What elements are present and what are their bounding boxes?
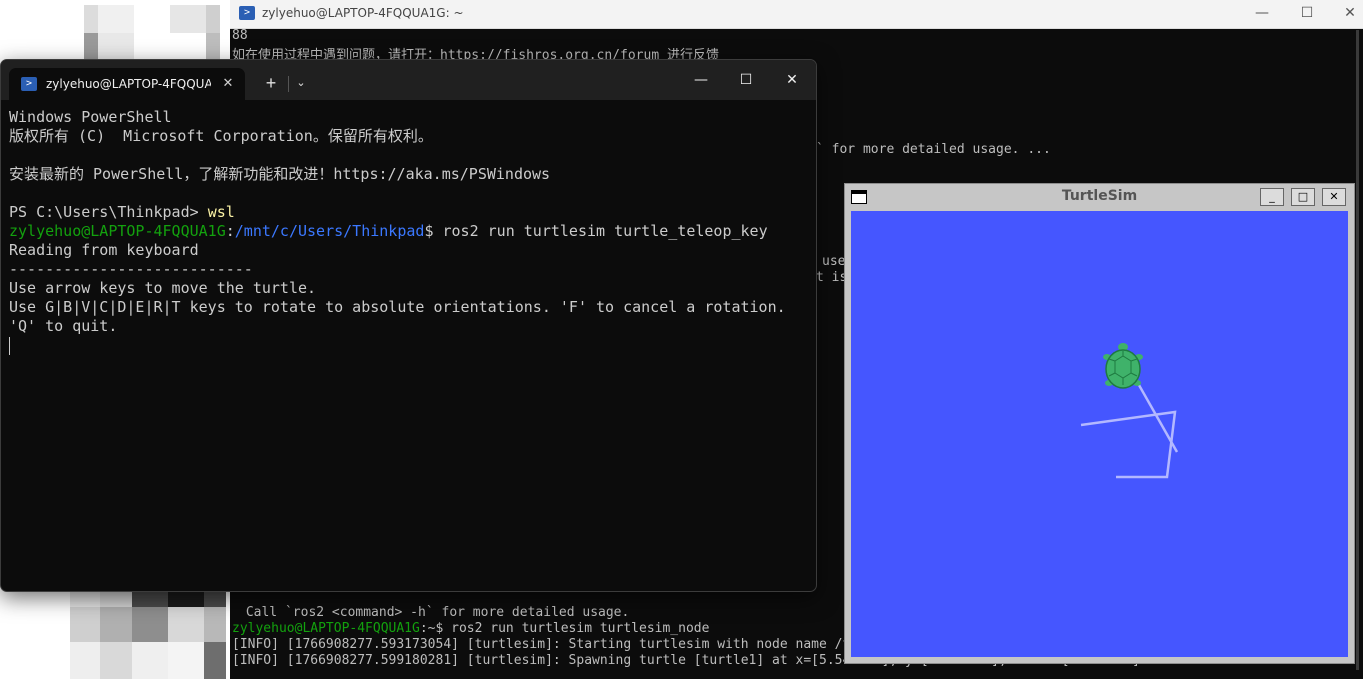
minimize-button[interactable]: _ <box>1260 188 1284 206</box>
ps-command: wsl <box>207 203 235 221</box>
tab-bar: > zylyehuo@LAPTOP-4FQQUA1G: /mnt/c/Users… <box>1 60 816 100</box>
back-terminal-title: zylyehuo@LAPTOP-4FQQUA1G: ~ <box>262 6 464 20</box>
terminal-line: 安装最新的 PowerShell，了解新功能和改进！https://aka.ms… <box>9 165 551 183</box>
close-button[interactable]: ✕ <box>1338 3 1362 23</box>
terminal-output[interactable]: Windows PowerShell 版权所有 (C) Microsoft Co… <box>9 108 808 583</box>
turtle-drawing <box>1080 343 1179 479</box>
tab-active[interactable]: > zylyehuo@LAPTOP-4FQQUA1G: /mnt/c/Users… <box>9 68 245 100</box>
maximize-button[interactable]: □ <box>1291 188 1315 206</box>
powershell-icon: > <box>21 77 37 91</box>
chevron-down-icon[interactable]: ⌄ <box>291 72 311 94</box>
terminal-line: Use arrow keys to move the turtle. <box>9 279 317 297</box>
turtlesim-canvas <box>851 211 1348 657</box>
prompt-path: /mnt/c/Users/Thinkpad <box>234 222 425 240</box>
turtle-icon <box>1103 343 1143 389</box>
turtlesim-titlebar[interactable]: TurtleSim _ □ ✕ <box>845 184 1354 208</box>
terminal-line: [INFO] [1766908277.593173054] [turtlesim… <box>232 637 913 652</box>
tab-title: zylyehuo@LAPTOP-4FQQUA1G: /mnt/c/Users/T… <box>46 77 211 91</box>
terminal-line: t is <box>816 270 848 285</box>
terminal-line: 'Q' to quit. <box>9 317 118 335</box>
terminal-line: Call `ros2 <command> -h` for more detail… <box>238 605 630 620</box>
terminal-line: 版权所有 (C) Microsoft Corporation。保留所有权利。 <box>9 127 433 145</box>
prompt-colon: : <box>225 222 235 240</box>
prompt-user-host: zylyehuo@LAPTOP-4FQQUA1G <box>9 222 226 240</box>
powershell-icon: > <box>239 6 255 20</box>
divider <box>288 76 289 92</box>
terminal-line: --------------------------- <box>9 260 253 278</box>
prompt-command: $ ros2 run turtlesim turtle_teleop_key <box>424 222 768 240</box>
maximize-button[interactable]: ☐ <box>1295 3 1319 23</box>
tab-close-icon[interactable]: ✕ <box>219 74 237 92</box>
blurred-desktop-icon-top <box>84 5 230 60</box>
terminal-line: zylyehuo@LAPTOP-4FQQUA1G:~$ ros2 run tur… <box>232 621 710 636</box>
new-tab-button[interactable]: + <box>259 72 283 94</box>
close-button[interactable]: ✕ <box>1322 188 1346 206</box>
maximize-button[interactable]: ☐ <box>730 68 762 92</box>
terminal-line: 88 <box>232 28 248 43</box>
blurred-desktop-icon-bottom <box>70 592 230 679</box>
scrollbar[interactable] <box>1356 30 1359 670</box>
ps-prompt: PS C:\Users\Thinkpad> <box>9 203 208 221</box>
turtlesim-window[interactable]: TurtleSim _ □ ✕ <box>844 183 1355 664</box>
terminal-line: Use G|B|V|C|D|E|R|T keys to rotate to ab… <box>9 298 786 316</box>
text-cursor <box>9 336 10 355</box>
front-terminal-window[interactable]: > zylyehuo@LAPTOP-4FQQUA1G: /mnt/c/Users… <box>0 59 817 592</box>
terminal-line <box>9 336 808 355</box>
terminal-line: Reading from keyboard <box>9 241 199 259</box>
close-button[interactable]: ✕ <box>776 68 808 92</box>
terminal-line: use <box>822 254 846 269</box>
terminal-line: Windows PowerShell <box>9 108 172 126</box>
terminal-line: PS C:\Users\Thinkpad> wsl <box>9 203 808 222</box>
back-terminal-titlebar[interactable]: > zylyehuo@LAPTOP-4FQQUA1G: ~ — ☐ ✕ <box>230 0 1363 29</box>
minimize-button[interactable]: — <box>1250 3 1274 23</box>
terminal-line: zylyehuo@LAPTOP-4FQQUA1G:/mnt/c/Users/Th… <box>9 222 808 241</box>
minimize-button[interactable]: — <box>685 68 717 92</box>
terminal-line: ` for more detailed usage. ... <box>816 142 1051 157</box>
